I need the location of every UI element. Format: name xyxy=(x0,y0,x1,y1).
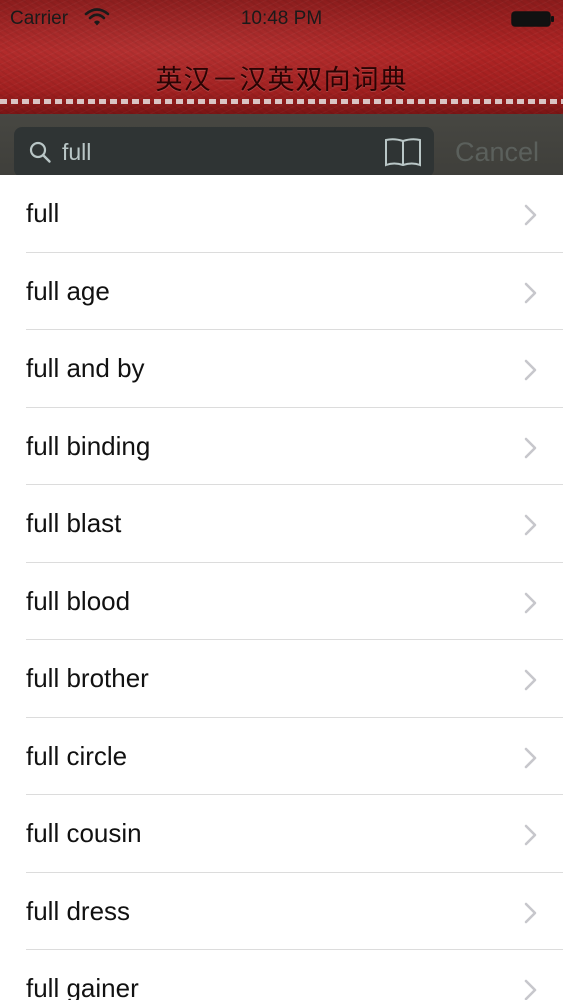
chevron-right-icon xyxy=(524,282,537,303)
search-icon xyxy=(29,141,51,163)
screen: Carrier 10:48 PM 英汉－汉英双向词典 full Cancel f… xyxy=(0,0,563,1000)
chevron-right-icon xyxy=(524,437,537,458)
app-title: 英汉－汉英双向词典 xyxy=(155,65,408,95)
list-item-label: full gainer xyxy=(26,973,139,1000)
bookmarks-icon[interactable] xyxy=(384,137,422,167)
search-input[interactable]: full xyxy=(62,127,91,177)
list-item-label: full xyxy=(26,198,60,228)
chevron-right-icon xyxy=(524,514,537,536)
list-item[interactable]: full xyxy=(0,175,563,253)
list-item[interactable]: full blood xyxy=(0,562,563,640)
list-item-label: full blood xyxy=(26,585,131,616)
list-item[interactable]: full circle xyxy=(0,717,563,795)
app-header: Carrier 10:48 PM 英汉－汉英双向词典 xyxy=(0,0,563,114)
list-item[interactable]: full dress xyxy=(0,872,563,950)
chevron-right-icon xyxy=(524,359,537,381)
list-item[interactable]: full cousin xyxy=(0,795,563,873)
list-item-label: full circle xyxy=(26,740,128,771)
list-item-label: full dress xyxy=(26,895,131,926)
battery-icon xyxy=(511,11,554,27)
list-item[interactable]: full binding xyxy=(0,407,563,485)
list-item-label: full cousin xyxy=(26,818,142,848)
search-field[interactable]: full xyxy=(14,127,434,177)
list-item-label: full brother xyxy=(26,663,149,693)
chevron-right-icon xyxy=(524,979,537,1000)
list-item-label: full and by xyxy=(26,353,145,383)
list-item[interactable]: full and by xyxy=(0,330,563,408)
status-bar: Carrier 10:48 PM xyxy=(0,0,563,36)
status-time: 10:48 PM xyxy=(240,8,323,29)
list-item[interactable]: full gainer xyxy=(0,950,563,1000)
chevron-right-icon xyxy=(524,902,537,923)
chevron-right-icon xyxy=(524,204,537,226)
stitching-divider xyxy=(0,99,563,104)
list-item[interactable]: full age xyxy=(0,252,563,330)
chevron-right-icon xyxy=(524,592,537,613)
list-item[interactable]: full brother xyxy=(0,640,563,718)
list-item-label: full age xyxy=(26,275,110,306)
chevron-right-icon xyxy=(524,747,537,768)
list-item-label: full binding xyxy=(26,430,151,461)
list-item[interactable]: full blast xyxy=(0,485,563,563)
list-item-label: full blast xyxy=(26,508,122,538)
chevron-right-icon xyxy=(524,669,537,691)
cancel-button[interactable]: Cancel xyxy=(455,127,539,177)
results-list: full full age full and by full binding f… xyxy=(0,175,563,1000)
chevron-right-icon xyxy=(524,824,537,846)
